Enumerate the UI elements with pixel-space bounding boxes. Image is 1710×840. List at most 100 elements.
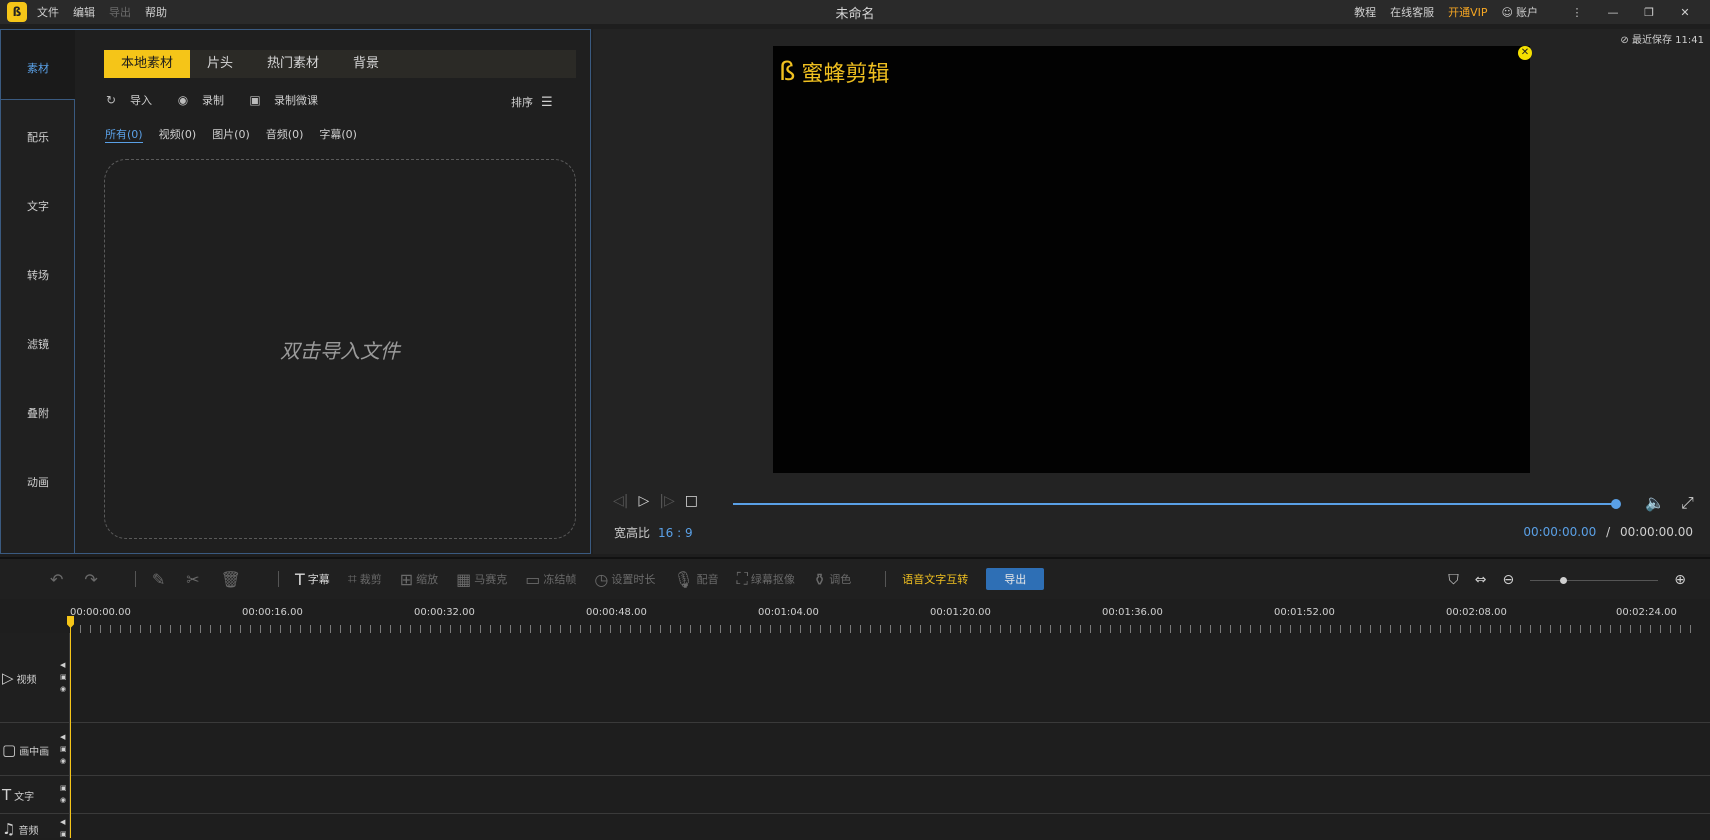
side-item-overlay[interactable]: 叠附 [1, 405, 75, 421]
track-pip[interactable]: ▢ 画中画 ◀ ▣ ◉ [0, 723, 1710, 776]
filter-image[interactable]: 图片(0) [212, 126, 250, 143]
minimize-icon[interactable]: — [1602, 6, 1624, 19]
track-controls[interactable]: ◀ ▣ ◉ [60, 731, 67, 767]
brand-watermark: ß 蜜蜂剪辑 [779, 56, 889, 88]
bee-logo-icon: ß [7, 2, 27, 22]
cut-icon[interactable]: ✂ [186, 570, 202, 589]
zoom-slider-handle[interactable] [1560, 576, 1568, 584]
divider [885, 571, 887, 587]
dubbing-label: 配音 [696, 573, 719, 586]
volume-icon[interactable]: 🔈 [1645, 493, 1665, 512]
progress-bar[interactable] [733, 503, 1613, 505]
close-window-icon[interactable]: ✕ [1674, 6, 1696, 19]
import-icon: ↻ [105, 93, 117, 107]
track-controls[interactable]: ▣ ◉ [60, 782, 67, 806]
check-icon: ⊘ [1620, 35, 1629, 46]
time-separator: / [1606, 525, 1611, 539]
bee-logo-icon: ß [779, 57, 796, 87]
green-screen-button[interactable]: ⛶ 绿幕抠像 [737, 569, 795, 589]
track-video[interactable]: ▷ 视频 ◀ ▣ ◉ [0, 633, 1710, 723]
zoom-out-icon[interactable]: ⊖ [1503, 572, 1515, 588]
stop-icon[interactable]: □ [685, 493, 698, 509]
filter-audio[interactable]: 音频(0) [266, 126, 304, 143]
side-item-text[interactable]: 文字 [1, 198, 75, 214]
menu-file[interactable]: 文件 [37, 4, 59, 20]
export-button[interactable]: 导出 [986, 568, 1045, 590]
total-time: 00:00:00.00 [1620, 525, 1693, 539]
filter-video[interactable]: 视频(0) [159, 126, 197, 143]
freeze-icon: ▭ [525, 569, 541, 589]
undo-icon[interactable]: ↶ [50, 570, 66, 589]
restore-icon[interactable]: ❐ [1638, 6, 1660, 19]
aspect-ratio[interactable]: 宽高比 16 : 9 [614, 524, 693, 541]
sort-button[interactable]: 排序 ☰ [511, 94, 553, 110]
record-button[interactable]: ◉ 录制 [176, 92, 224, 108]
more-icon[interactable]: ⋮ [1566, 6, 1588, 19]
freeze-frame-label: 冻结帧 [543, 573, 577, 586]
play-icon[interactable]: ▷ [638, 493, 649, 509]
support-link[interactable]: 在线客服 [1390, 4, 1434, 20]
tab-background[interactable]: 背景 [336, 50, 396, 78]
subtitle-button[interactable]: T 字幕 [295, 570, 330, 589]
menu-help[interactable]: 帮助 [145, 4, 167, 20]
freeze-frame-button[interactable]: ▭ 冻结帧 [525, 570, 576, 589]
mosaic-button[interactable]: ▦ 马赛克 [456, 570, 507, 589]
next-frame-icon[interactable]: |▷ [659, 493, 674, 509]
import-button[interactable]: ↻ 导入 [104, 92, 152, 108]
track-text[interactable]: T 文字 ▣ ◉ [0, 776, 1710, 814]
track-controls[interactable]: ◀ ▣ [60, 816, 67, 840]
video-preview[interactable]: ß 蜜蜂剪辑 [773, 46, 1530, 473]
crop-icon: ⌗ [347, 569, 357, 588]
progress-handle[interactable] [1611, 499, 1621, 509]
tutorial-link[interactable]: 教程 [1354, 4, 1376, 20]
timeline-ruler[interactable]: 00:00:00.00 00:00:16.00 00:00:32.00 00:0… [70, 601, 1710, 633]
close-watermark-icon[interactable]: ✕ [1518, 46, 1532, 60]
title-right-menu: 教程 在线客服 开通VIP ☺ 账户 ⋮ — ❐ ✕ [1354, 0, 1710, 24]
zoom-in-icon[interactable]: ⊕ [1674, 572, 1686, 588]
playhead[interactable] [70, 616, 71, 838]
divider [277, 571, 279, 587]
redo-icon[interactable]: ↷ [84, 570, 100, 589]
track-audio[interactable]: ♫ 音频 ◀ ▣ [0, 814, 1710, 838]
menu-edit[interactable]: 编辑 [73, 4, 95, 20]
account-link[interactable]: ☺ 账户 [1502, 4, 1552, 20]
zoom-button[interactable]: ⊞ 缩放 [400, 570, 438, 589]
track-head-video: ▷ 视频 ◀ ▣ ◉ [0, 633, 70, 722]
dubbing-button[interactable]: 🎙 配音 [673, 570, 718, 589]
zoom-tools: ⛉ ⇔ ⊖ ⊕ [1448, 559, 1702, 601]
vip-link[interactable]: 开通VIP [1448, 4, 1487, 20]
side-item-music[interactable]: 配乐 [1, 129, 75, 145]
color-adjust-button[interactable]: ⚱ 调色 [813, 570, 851, 589]
edit-icon[interactable]: ✎ [152, 570, 168, 589]
side-nav: 素材 配乐 文字 转场 滤镜 叠附 动画 [1, 30, 75, 553]
record-course-label: 录制微课 [274, 94, 318, 107]
side-item-animation[interactable]: 动画 [1, 474, 75, 490]
fit-width-icon[interactable]: ⇔ [1475, 572, 1487, 588]
filter-subtitle[interactable]: 字幕(0) [319, 126, 357, 143]
marker-icon[interactable]: ⛉ [1448, 572, 1459, 588]
tab-hot-material[interactable]: 热门素材 [250, 50, 336, 78]
track-controls[interactable]: ◀ ▣ ◉ [60, 659, 67, 695]
set-duration-button[interactable]: ◷ 设置时长 [594, 570, 655, 589]
tab-local-material[interactable]: 本地素材 [104, 50, 191, 78]
zoom-slider[interactable] [1530, 576, 1659, 584]
import-dropzone[interactable]: 双击导入文件 [104, 159, 576, 539]
fullscreen-icon[interactable]: ⤢ [1681, 493, 1694, 513]
record-course-button[interactable]: ▣ 录制微课 [248, 92, 318, 108]
speech-text-button[interactable]: 语音文字互转 [902, 571, 968, 587]
track-label-pip: ▢ 画中画 [2, 741, 49, 759]
prev-frame-icon[interactable]: ◁| [613, 493, 628, 509]
side-item-material[interactable]: 素材 [1, 60, 75, 76]
timecode: 00:00:00.00 / 00:00:00.00 [1523, 525, 1693, 539]
filter-all[interactable]: 所有(0) [105, 126, 143, 143]
menu-export[interactable]: 导出 [109, 4, 131, 20]
account-label: 账户 [1516, 6, 1538, 19]
divider [134, 571, 136, 587]
side-item-filter[interactable]: 滤镜 [1, 336, 75, 352]
crop-button[interactable]: ⌗ 裁剪 [348, 569, 382, 589]
tick-label: 00:01:52.00 [1274, 607, 1335, 618]
tab-intro[interactable]: 片头 [190, 50, 250, 78]
screen-record-icon: ▣ [249, 93, 261, 107]
side-item-transition[interactable]: 转场 [1, 267, 75, 283]
delete-icon[interactable]: 🗑 [221, 570, 244, 589]
